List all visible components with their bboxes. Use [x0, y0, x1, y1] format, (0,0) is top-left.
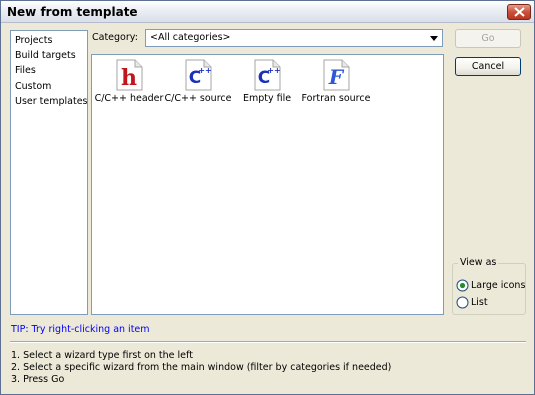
wizard-type-projects[interactable]: Projects	[15, 34, 52, 48]
chevron-down-icon[interactable]	[427, 31, 441, 45]
close-button[interactable]	[507, 4, 531, 20]
radio-checked-icon	[456, 279, 469, 292]
c-header-file-icon: h	[116, 59, 143, 91]
category-select[interactable]: <All categories>	[145, 29, 443, 47]
category-label: Category:	[92, 32, 138, 43]
tip-text: TIP: Try right-clicking an item	[11, 324, 150, 335]
dialog-client-area: Projects Build targets Files Custom User…	[2, 23, 533, 394]
template-item[interactable]: h C/C++ header	[94, 59, 164, 107]
separator	[10, 341, 526, 343]
radio-unchecked-icon	[456, 296, 469, 309]
instruction-line: 1. Select a wizard type first on the lef…	[11, 350, 193, 361]
instruction-line: 2. Select a specific wizard from the mai…	[11, 362, 392, 373]
window-title: New from template	[7, 5, 138, 19]
title-bar[interactable]: New from template	[1, 1, 534, 23]
instruction-line: 3. Press Go	[11, 374, 65, 385]
cancel-button[interactable]: Cancel	[455, 57, 521, 76]
wizard-type-custom[interactable]: Custom	[15, 80, 51, 94]
wizard-type-list[interactable]: Projects Build targets Files Custom User…	[10, 30, 88, 315]
template-label: Fortran source	[301, 93, 371, 104]
template-item[interactable]: C ++ C/C++ source	[163, 59, 233, 107]
new-from-template-dialog: New from template Projects Build targets…	[0, 0, 535, 395]
svg-text:++: ++	[267, 66, 280, 75]
template-item[interactable]: C ++ Empty file	[232, 59, 302, 107]
empty-file-icon: C ++	[254, 59, 281, 91]
svg-text:++: ++	[198, 66, 211, 75]
wizard-type-files[interactable]: Files	[15, 64, 36, 78]
wizard-type-build-targets[interactable]: Build targets	[15, 49, 76, 63]
template-item[interactable]: F Fortran source	[301, 59, 371, 107]
go-button[interactable]: Go	[455, 29, 521, 48]
category-selected-value: <All categories>	[150, 32, 231, 43]
svg-text:h: h	[121, 65, 137, 91]
fortran-source-file-icon: F	[323, 59, 350, 91]
view-as-group: View as Large icons List	[452, 257, 526, 315]
template-view[interactable]: h C/C++ header C ++ C/C++ source C ++ Em…	[91, 54, 444, 315]
radio-label: Large icons	[471, 280, 526, 291]
cpp-source-file-icon: C ++	[185, 59, 212, 91]
close-icon	[514, 7, 525, 17]
svg-text:F: F	[328, 65, 345, 89]
view-as-legend: View as	[458, 257, 499, 268]
wizard-type-user-templates[interactable]: User templates	[15, 95, 88, 109]
radio-label: List	[471, 297, 488, 308]
